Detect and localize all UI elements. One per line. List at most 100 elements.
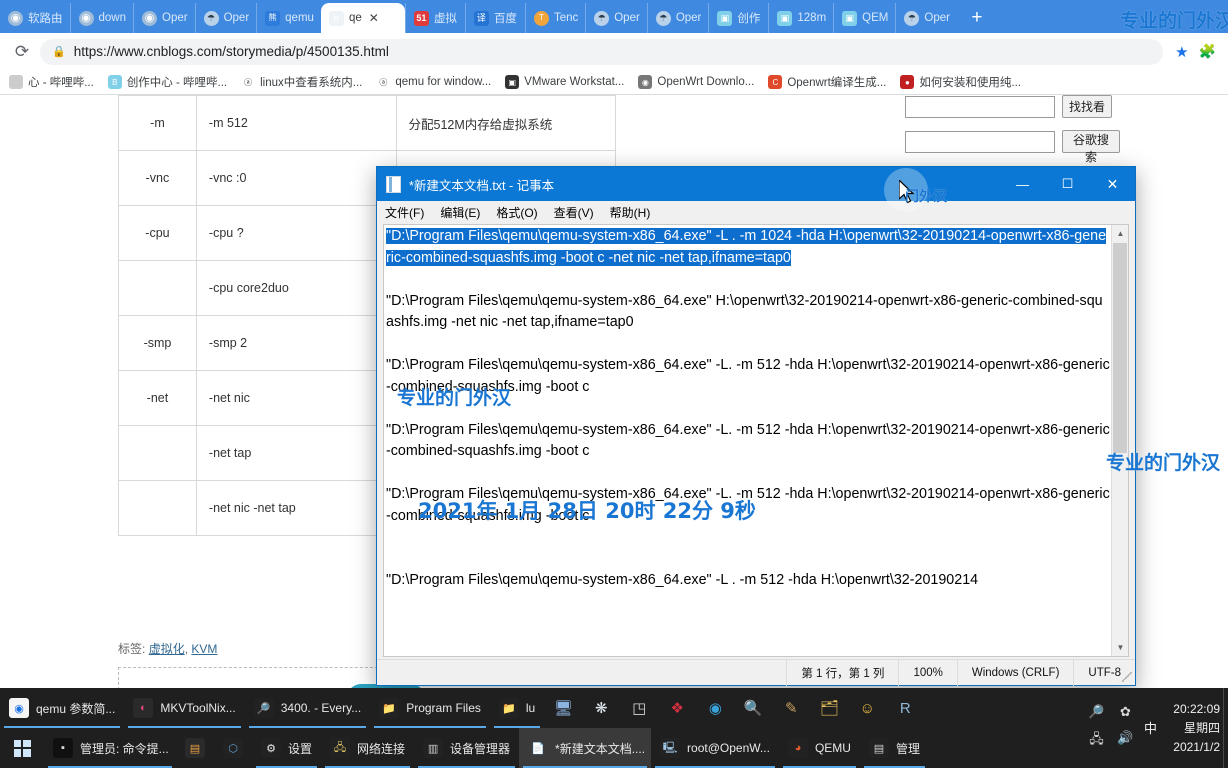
taskbar-row1-item-4[interactable]: 📁 lu (490, 688, 544, 728)
taskbar-row2-item-8[interactable]: ◕ QEMU (779, 728, 860, 768)
scroll-up-icon[interactable]: ▲ (1112, 225, 1128, 242)
browser-tab-4[interactable]: 熊 qemu (256, 3, 321, 33)
new-tab-button[interactable]: + (963, 5, 991, 33)
taskbar-row1-item-2[interactable]: 🔎 3400. - Every... (245, 688, 370, 728)
taskbar-row-2: ▪ 管理员: 命令提... ▤ ⬡ ⚙ 设置 🖧 网络连接 ▥ 设备管理器 📄 *新建文本文档....… (0, 728, 1228, 768)
menu-item-2[interactable]: 格式(O) (496, 204, 537, 221)
scroll-down-icon[interactable]: ▼ (1112, 639, 1128, 656)
notepad-line-5[interactable]: "D:\Program Files\qemu\qemu-system-x86_6… (386, 420, 1110, 463)
browser-tab-3[interactable]: ☂ Oper (194, 3, 257, 33)
google-search-input[interactable] (905, 130, 1055, 153)
bookmark-star-icon[interactable]: ★ (1169, 43, 1194, 61)
clock[interactable]: 20:22:09 星期四 2021/1/2 (1173, 688, 1220, 768)
browser-tab-9[interactable]: ☂ Oper (585, 3, 647, 33)
extensions-icon[interactable]: 🧩 (1195, 43, 1220, 60)
address-bar[interactable]: 🔒 https://www.cnblogs.com/storymedia/p/4… (40, 38, 1164, 65)
resize-grip[interactable] (1122, 672, 1132, 682)
notepad-line-9[interactable] (386, 549, 1110, 571)
menu-item-0[interactable]: 文件(F) (385, 204, 424, 221)
minimize-button[interactable]: ― (1000, 167, 1045, 201)
taskbar-row2-item-9[interactable]: ▤ 管理 (860, 728, 929, 768)
taskbar-row1-item-3[interactable]: 📁 Program Files (370, 688, 490, 728)
taskbar-row2-item-4[interactable]: 🖧 网络连接 (321, 728, 414, 768)
taskbar-row2-item-0[interactable]: ▪ 管理员: 命令提... (44, 728, 176, 768)
notepad-line-7[interactable]: "D:\Program Files\qemu\qemu-system-x86_6… (386, 484, 1110, 527)
taskbar-quick-5[interactable]: 🔍 (734, 688, 772, 728)
show-desktop-button[interactable] (1223, 688, 1228, 768)
browser-tab-6[interactable]: 51 虚拟 (404, 3, 465, 33)
ime-language-indicator[interactable]: 中 (1144, 718, 1157, 737)
browser-tab-5[interactable]: ɑ qe ✕ (320, 3, 405, 33)
taskbar-quick-4[interactable]: ◉ (696, 688, 734, 728)
volume-tray-icon[interactable]: 🔊 (1117, 730, 1133, 752)
flower-tray-icon[interactable]: ✿ (1120, 704, 1131, 720)
network-tray-icon[interactable]: 🖧 (1089, 730, 1104, 752)
taskbar-row2-item-1[interactable]: ▤ (176, 728, 214, 768)
taskbar-row2-item-6[interactable]: 📄 *新建文本文档.... (519, 728, 652, 768)
notepad-line-8[interactable] (386, 527, 1110, 549)
notepad-line-6[interactable] (386, 463, 1110, 485)
google-search-button[interactable]: 谷歌搜索 (1062, 130, 1120, 164)
browser-tab-0[interactable]: ◉ 软路由 (0, 3, 70, 33)
everything-icon: 🔎 (253, 698, 274, 718)
browser-tab-11[interactable]: ▣ 创作 (708, 3, 768, 33)
bookmark-4[interactable]: ▣ VMware Workstat... (498, 75, 631, 89)
browser-tab-12[interactable]: ▣ 128m (768, 3, 833, 33)
maximize-button[interactable]: ☐ (1045, 167, 1090, 201)
notepad-line-1[interactable]: "D:\Program Files\qemu\qemu-system-x86_6… (386, 291, 1110, 334)
bookmark-1[interactable]: B 创作中心 - 哔哩哔... (101, 74, 234, 90)
browser-tab-13[interactable]: ▣ QEM (833, 3, 895, 33)
taskbar-quick-0[interactable]: 🖥 (544, 688, 582, 728)
zhaozhaokan-button[interactable]: 找找看 (1062, 95, 1113, 118)
tab-close-icon[interactable]: ✕ (369, 11, 379, 25)
browser-tab-1[interactable]: ◉ down (69, 3, 134, 33)
browser-tab-14[interactable]: ☂ Oper (895, 3, 957, 33)
browser-tab-8[interactable]: T Tenc (524, 3, 585, 33)
taskbar-quick-9[interactable]: R (886, 688, 924, 728)
notepad-line-2[interactable] (386, 334, 1110, 356)
browser-tab-7[interactable]: 译百度 (464, 3, 525, 33)
browser-tab-10[interactable]: ☂ Oper (646, 3, 709, 33)
taskbar-row2-item-3[interactable]: ⚙ 设置 (252, 728, 321, 768)
notepad-titlebar[interactable]: *新建文本文档.txt - 记事本 ― ☐ ✕ (377, 167, 1135, 201)
notepad-line-3[interactable]: "D:\Program Files\qemu\qemu-system-x86_6… (386, 355, 1110, 398)
cursor-position: 第 1 行，第 1 列 (786, 659, 898, 686)
tag-link-0[interactable]: 虚拟化 (149, 642, 185, 656)
bookmark-7[interactable]: ● 如何安装和使用纯... (893, 74, 1028, 90)
notepad-line-4[interactable] (386, 398, 1110, 420)
bookmark-5[interactable]: ◉ OpenWrt Downlo... (631, 75, 761, 89)
taskbar-quick-8[interactable]: ☺ (848, 688, 886, 728)
taskbar-row2-item-5[interactable]: ▥ 设备管理器 (414, 728, 519, 768)
notepad-line-10[interactable]: "D:\Program Files\qemu\qemu-system-x86_6… (386, 570, 1110, 592)
menu-item-3[interactable]: 查看(V) (554, 204, 594, 221)
tag-link-1[interactable]: KVM (191, 642, 217, 656)
browser-tab-2[interactable]: ◉ Oper (133, 3, 195, 33)
scrollbar-thumb[interactable] (1113, 243, 1127, 453)
notepad-selected-line[interactable]: "D:\Program Files\qemu\qemu-system-x86_6… (386, 226, 1110, 269)
zhaozhaokan-input[interactable] (905, 95, 1055, 118)
taskbar-quick-3[interactable]: ❖ (658, 688, 696, 728)
menu-item-1[interactable]: 编辑(E) (440, 204, 480, 221)
taskbar-quick-6[interactable]: ✎ (772, 688, 810, 728)
start-button[interactable] (0, 728, 44, 768)
search-tray-icon[interactable]: 🔎 (1088, 704, 1104, 720)
reload-icon[interactable]: ⟳ (8, 38, 36, 66)
taskbar-row1-item-1[interactable]: ◐ MKVToolNix... (124, 688, 244, 728)
notepad-text-content[interactable]: "D:\Program Files\qemu\qemu-system-x86_6… (386, 226, 1110, 592)
taskbar-quick-1[interactable]: ❋ (582, 688, 620, 728)
notepad-text-area[interactable]: "D:\Program Files\qemu\qemu-system-x86_6… (383, 224, 1129, 657)
close-button[interactable]: ✕ (1090, 167, 1135, 201)
bookmark-0[interactable]: 心 - 哔哩哔... (2, 74, 101, 90)
bookmark-6[interactable]: C Openwrt编译生成... (761, 74, 893, 90)
taskbar-row2-item-7[interactable]: 🖳 root@OpenW... (651, 728, 779, 768)
tags-line: 标签: 虚拟化, KVM (118, 640, 217, 657)
taskbar-quick-2[interactable]: ◳ (620, 688, 658, 728)
taskbar-row1-item-0[interactable]: ◉ qemu 参数简... (0, 688, 124, 728)
bookmark-2[interactable]: ⓐ linux中查看系统内... (234, 74, 369, 90)
notepad-scrollbar[interactable]: ▲ ▼ (1111, 225, 1128, 656)
bookmark-3[interactable]: ⓐ qemu for window... (369, 75, 498, 89)
taskbar-quick-7[interactable]: 🗂 (810, 688, 848, 728)
menu-item-4[interactable]: 帮助(H) (610, 204, 651, 221)
notepad-line-0[interactable] (386, 269, 1110, 291)
taskbar-row2-item-2[interactable]: ⬡ (214, 728, 252, 768)
